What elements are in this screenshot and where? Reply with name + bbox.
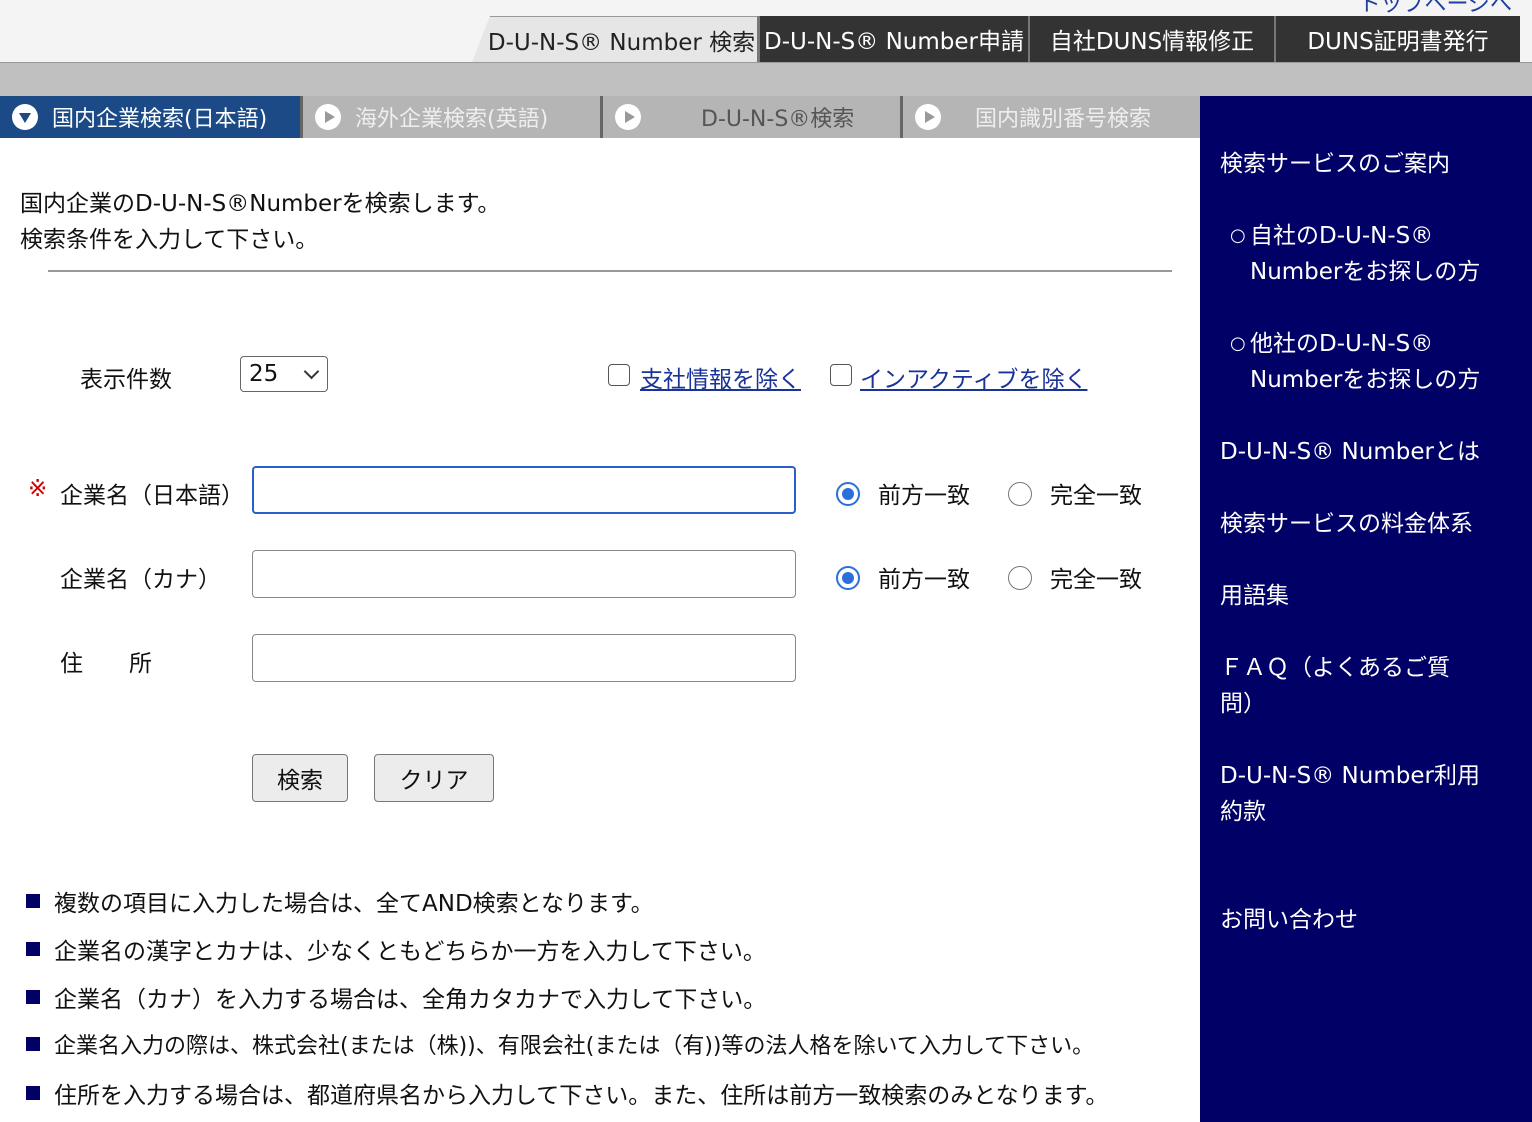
sidebar: 検索サービスのご案内 ○ 自社のD-U-N-S® Numberをお探しの方 ○ … — [1200, 96, 1532, 1122]
clear-button[interactable]: クリア — [374, 754, 494, 802]
tab-own-duns-edit[interactable]: 自社DUNS情報修正 — [1028, 16, 1274, 62]
subtab-duns-search[interactable]: D-U-N-S®検索 — [600, 96, 900, 138]
square-bullet-icon — [26, 990, 40, 1004]
note-text: 企業名入力の際は、株式会社(または（株))、有限会社(または（有))等の法人格を… — [54, 1034, 1095, 1059]
display-count-select[interactable]: 25 — [240, 356, 328, 392]
sidebar-item-pricing[interactable]: 検索サービスの料金体系 — [1220, 506, 1510, 542]
square-bullet-icon — [26, 942, 40, 956]
intro-text: 国内企業のD-U-N-S®Numberを検索します。 検索条件を入力して下さい。 — [20, 186, 500, 258]
search-button[interactable]: 検索 — [252, 754, 348, 802]
note-text: 企業名（カナ）を入力する場合は、全角カタカナで入力して下さい。 — [54, 987, 767, 1013]
company-name-jp-input[interactable] — [252, 466, 796, 514]
subtab-label: 国内企業検索(日本語) — [52, 107, 268, 132]
tab-duns-apply[interactable]: D-U-N-S® Number申請 — [758, 16, 1028, 62]
company-name-jp-label: 企業名（日本語） — [60, 483, 244, 509]
subtab-label: 国内識別番号検索 — [975, 107, 1152, 132]
address-label: 住 所 — [60, 651, 152, 677]
square-bullet-icon — [26, 894, 40, 908]
circle-bullet-icon: ○ — [1230, 333, 1246, 354]
play-circle-icon — [915, 104, 941, 130]
company-name-kana-input[interactable] — [252, 550, 796, 598]
name-jp-exact-label: 完全一致 — [1050, 483, 1142, 509]
square-bullet-icon — [26, 1086, 40, 1100]
exclude-branch-checkbox[interactable] — [608, 364, 630, 386]
subtab-label: 海外企業検索(英語) — [355, 107, 549, 132]
sidebar-item-label: 自社のD-U-N-S® — [1250, 223, 1434, 249]
play-circle-icon — [315, 104, 341, 130]
sidebar-item-glossary[interactable]: 用語集 — [1220, 578, 1510, 614]
sidebar-item-what-is-duns[interactable]: D-U-N-S® Numberとは — [1220, 434, 1510, 470]
display-count-value: 25 — [249, 361, 279, 387]
required-mark: ※ — [28, 476, 48, 502]
name-kana-exact-radio[interactable] — [1008, 566, 1032, 590]
note-item: 住所を入力する場合は、都道府県名から入力して下さい。また、住所は前方一致検索のみ… — [26, 1076, 1108, 1110]
note-text: 複数の項目に入力した場合は、全てAND検索となります。 — [54, 891, 654, 917]
display-count-label: 表示件数 — [80, 367, 172, 393]
note-item: 企業名（カナ）を入力する場合は、全角カタカナで入力して下さい。 — [26, 980, 766, 1014]
sidebar-item-contact[interactable]: お問い合わせ — [1220, 902, 1510, 938]
divider — [48, 270, 1172, 272]
play-circle-icon — [615, 104, 641, 130]
sidebar-item-faq[interactable]: ＦＡＱ（よくあるご質問） — [1220, 650, 1470, 722]
tab-duns-certificate[interactable]: DUNS証明書発行 — [1274, 16, 1520, 62]
square-bullet-icon — [26, 1037, 40, 1051]
note-item: 企業名入力の際は、株式会社(または（株))、有限会社(または（有))等の法人格を… — [26, 1028, 1094, 1060]
note-item: 企業名の漢字とカナは、少なくともどちらか一方を入力して下さい。 — [26, 932, 766, 966]
company-name-kana-label: 企業名（カナ） — [60, 567, 221, 593]
note-text: 企業名の漢字とカナは、少なくともどちらか一方を入力して下さい。 — [54, 939, 766, 965]
address-input[interactable] — [252, 634, 796, 682]
subtab-domestic-jp[interactable]: 国内企業検索(日本語) — [0, 96, 300, 138]
top-tab-bar: トップページへ D-U-N-S® Number 検索 D-U-N-S® Numb… — [0, 0, 1532, 62]
intro-line: 国内企業のD-U-N-S®Numberを検索します。 — [20, 191, 501, 217]
name-kana-exact-label: 完全一致 — [1050, 567, 1142, 593]
subtab-label: D-U-N-S®検索 — [701, 107, 855, 132]
intro-line: 検索条件を入力して下さい。 — [20, 227, 319, 253]
note-item: 複数の項目に入力した場合は、全てAND検索となります。 — [26, 884, 654, 918]
sidebar-item-label: 他社のD-U-N-S® — [1250, 331, 1434, 357]
name-kana-prefix-radio[interactable] — [836, 566, 860, 590]
name-kana-prefix-label: 前方一致 — [878, 567, 970, 593]
sidebar-item-other-duns[interactable]: ○ 他社のD-U-N-S® Numberをお探しの方 — [1230, 326, 1520, 398]
tab-duns-search[interactable]: D-U-N-S® Number 検索 — [472, 16, 758, 62]
exclude-branch-link[interactable]: 支社情報を除く — [640, 360, 801, 394]
sidebar-item-label: Numberをお探しの方 — [1250, 259, 1481, 285]
name-jp-prefix-label: 前方一致 — [878, 483, 970, 509]
sidebar-item-own-duns[interactable]: ○ 自社のD-U-N-S® Numberをお探しの方 — [1230, 218, 1520, 290]
sidebar-item-search-guide[interactable]: 検索サービスのご案内 — [1220, 146, 1510, 182]
note-text: 住所を入力する場合は、都道府県名から入力して下さい。また、住所は前方一致検索のみ… — [54, 1083, 1109, 1109]
chevron-down-circle-icon — [12, 104, 38, 130]
exclude-inactive-link[interactable]: インアクティブを除く — [860, 360, 1087, 394]
exclude-inactive-checkbox[interactable] — [830, 364, 852, 386]
chevron-down-icon — [303, 363, 320, 380]
sidebar-item-label: Numberをお探しの方 — [1250, 367, 1481, 393]
tab-underline-bar — [0, 62, 1532, 97]
sidebar-item-terms[interactable]: D-U-N-S® Number利用約款 — [1220, 758, 1502, 830]
name-jp-prefix-radio[interactable] — [836, 482, 860, 506]
circle-bullet-icon: ○ — [1230, 225, 1246, 246]
subtab-domestic-id[interactable]: 国内識別番号検索 — [900, 96, 1200, 138]
subtab-overseas-en[interactable]: 海外企業検索(英語) — [300, 96, 600, 138]
name-jp-exact-radio[interactable] — [1008, 482, 1032, 506]
